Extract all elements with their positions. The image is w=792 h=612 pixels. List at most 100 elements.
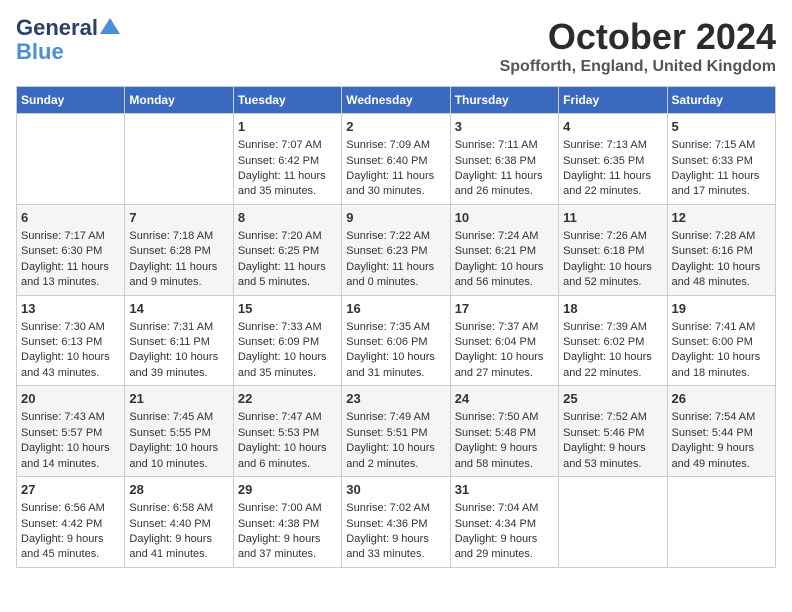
sunset-text: Sunset: 4:36 PM	[346, 517, 445, 532]
day-number: 2	[346, 118, 445, 136]
day-number: 12	[672, 209, 771, 227]
daylight-text: Daylight: 9 hours and 33 minutes.	[346, 532, 445, 563]
sunrise-text: Sunrise: 7:41 AM	[672, 320, 771, 335]
day-number: 7	[129, 209, 228, 227]
day-number: 28	[129, 481, 228, 499]
logo: General Blue	[16, 16, 120, 64]
sunrise-text: Sunrise: 7:15 AM	[672, 138, 771, 153]
day-number: 26	[672, 390, 771, 408]
calendar-cell: 7Sunrise: 7:18 AMSunset: 6:28 PMDaylight…	[125, 204, 233, 295]
sunrise-text: Sunrise: 7:47 AM	[238, 410, 337, 425]
calendar-cell	[125, 114, 233, 205]
sunset-text: Sunset: 6:18 PM	[563, 244, 662, 259]
sunset-text: Sunset: 6:04 PM	[455, 335, 554, 350]
day-number: 23	[346, 390, 445, 408]
calendar-cell: 13Sunrise: 7:30 AMSunset: 6:13 PMDayligh…	[17, 295, 125, 386]
daylight-text: Daylight: 10 hours and 48 minutes.	[672, 260, 771, 291]
daylight-text: Daylight: 10 hours and 14 minutes.	[21, 441, 120, 472]
daylight-text: Daylight: 10 hours and 39 minutes.	[129, 350, 228, 381]
daylight-text: Daylight: 11 hours and 5 minutes.	[238, 260, 337, 291]
sunrise-text: Sunrise: 7:22 AM	[346, 229, 445, 244]
calendar-header-wednesday: Wednesday	[342, 87, 450, 114]
day-number: 4	[563, 118, 662, 136]
daylight-text: Daylight: 10 hours and 35 minutes.	[238, 350, 337, 381]
daylight-text: Daylight: 10 hours and 43 minutes.	[21, 350, 120, 381]
calendar-cell: 5Sunrise: 7:15 AMSunset: 6:33 PMDaylight…	[667, 114, 775, 205]
daylight-text: Daylight: 11 hours and 35 minutes.	[238, 169, 337, 200]
calendar-cell: 20Sunrise: 7:43 AMSunset: 5:57 PMDayligh…	[17, 386, 125, 477]
calendar-header-friday: Friday	[559, 87, 667, 114]
sunset-text: Sunset: 5:46 PM	[563, 426, 662, 441]
sunrise-text: Sunrise: 7:43 AM	[21, 410, 120, 425]
calendar-cell	[667, 477, 775, 568]
sunset-text: Sunset: 6:30 PM	[21, 244, 120, 259]
calendar-cell: 22Sunrise: 7:47 AMSunset: 5:53 PMDayligh…	[233, 386, 341, 477]
calendar-cell: 1Sunrise: 7:07 AMSunset: 6:42 PMDaylight…	[233, 114, 341, 205]
sunset-text: Sunset: 6:23 PM	[346, 244, 445, 259]
calendar-cell	[559, 477, 667, 568]
day-number: 19	[672, 300, 771, 318]
sunrise-text: Sunrise: 7:24 AM	[455, 229, 554, 244]
daylight-text: Daylight: 11 hours and 30 minutes.	[346, 169, 445, 200]
day-number: 31	[455, 481, 554, 499]
calendar-cell: 24Sunrise: 7:50 AMSunset: 5:48 PMDayligh…	[450, 386, 558, 477]
sunrise-text: Sunrise: 7:02 AM	[346, 501, 445, 516]
daylight-text: Daylight: 10 hours and 18 minutes.	[672, 350, 771, 381]
calendar-cell: 2Sunrise: 7:09 AMSunset: 6:40 PMDaylight…	[342, 114, 450, 205]
sunrise-text: Sunrise: 7:11 AM	[455, 138, 554, 153]
calendar-cell: 8Sunrise: 7:20 AMSunset: 6:25 PMDaylight…	[233, 204, 341, 295]
calendar-cell: 9Sunrise: 7:22 AMSunset: 6:23 PMDaylight…	[342, 204, 450, 295]
sunrise-text: Sunrise: 7:09 AM	[346, 138, 445, 153]
daylight-text: Daylight: 11 hours and 0 minutes.	[346, 260, 445, 291]
sunrise-text: Sunrise: 6:56 AM	[21, 501, 120, 516]
sunrise-text: Sunrise: 7:39 AM	[563, 320, 662, 335]
calendar-week-3: 13Sunrise: 7:30 AMSunset: 6:13 PMDayligh…	[17, 295, 776, 386]
sunrise-text: Sunrise: 7:20 AM	[238, 229, 337, 244]
sunrise-text: Sunrise: 7:45 AM	[129, 410, 228, 425]
calendar-cell: 28Sunrise: 6:58 AMSunset: 4:40 PMDayligh…	[125, 477, 233, 568]
calendar-cell: 10Sunrise: 7:24 AMSunset: 6:21 PMDayligh…	[450, 204, 558, 295]
daylight-text: Daylight: 10 hours and 22 minutes.	[563, 350, 662, 381]
day-number: 3	[455, 118, 554, 136]
daylight-text: Daylight: 9 hours and 37 minutes.	[238, 532, 337, 563]
calendar-cell: 6 Sunrise: 7:17 AMSunset: 6:30 PMDaylight…	[17, 204, 125, 295]
calendar-cell: 27Sunrise: 6:56 AMSunset: 4:42 PMDayligh…	[17, 477, 125, 568]
day-number: 30	[346, 481, 445, 499]
title-area: October 2024 Spofforth, England, United …	[500, 16, 776, 76]
daylight-text: Daylight: 11 hours and 26 minutes.	[455, 169, 554, 200]
calendar-header-thursday: Thursday	[450, 87, 558, 114]
sunrise-text: Sunrise: 7:17 AM	[21, 229, 120, 244]
daylight-text: Daylight: 9 hours and 53 minutes.	[563, 441, 662, 472]
sunrise-text: Sunrise: 6:58 AM	[129, 501, 228, 516]
calendar-cell: 17Sunrise: 7:37 AMSunset: 6:04 PMDayligh…	[450, 295, 558, 386]
sunrise-text: Sunrise: 7:13 AM	[563, 138, 662, 153]
calendar-cell: 4Sunrise: 7:13 AMSunset: 6:35 PMDaylight…	[559, 114, 667, 205]
day-number: 17	[455, 300, 554, 318]
day-number: 13	[21, 300, 120, 318]
calendar-cell: 19Sunrise: 7:41 AMSunset: 6:00 PMDayligh…	[667, 295, 775, 386]
daylight-text: Daylight: 10 hours and 6 minutes.	[238, 441, 337, 472]
daylight-text: Daylight: 11 hours and 9 minutes.	[129, 260, 228, 291]
sunset-text: Sunset: 6:38 PM	[455, 154, 554, 169]
sunset-text: Sunset: 5:57 PM	[21, 426, 120, 441]
calendar-cell: 3 Sunrise: 7:11 AMSunset: 6:38 PMDaylight…	[450, 114, 558, 205]
day-number: 18	[563, 300, 662, 318]
logo-triangle-icon	[100, 16, 120, 36]
day-number: 6	[21, 209, 120, 227]
sunrise-text: Sunrise: 7:28 AM	[672, 229, 771, 244]
day-number: 29	[238, 481, 337, 499]
sunset-text: Sunset: 6:28 PM	[129, 244, 228, 259]
calendar-table: SundayMondayTuesdayWednesdayThursdayFrid…	[16, 86, 776, 568]
sunrise-text: Sunrise: 7:37 AM	[455, 320, 554, 335]
daylight-text: Daylight: 10 hours and 52 minutes.	[563, 260, 662, 291]
day-number: 8	[238, 209, 337, 227]
calendar-header-tuesday: Tuesday	[233, 87, 341, 114]
sunrise-text: Sunrise: 7:00 AM	[238, 501, 337, 516]
day-number: 24	[455, 390, 554, 408]
calendar-cell: 18Sunrise: 7:39 AMSunset: 6:02 PMDayligh…	[559, 295, 667, 386]
daylight-text: Daylight: 11 hours and 13 minutes.	[21, 260, 120, 291]
sunrise-text: Sunrise: 7:35 AM	[346, 320, 445, 335]
daylight-text: Daylight: 10 hours and 56 minutes.	[455, 260, 554, 291]
month-title: October 2024	[500, 16, 776, 58]
location: Spofforth, England, United Kingdom	[500, 58, 776, 76]
